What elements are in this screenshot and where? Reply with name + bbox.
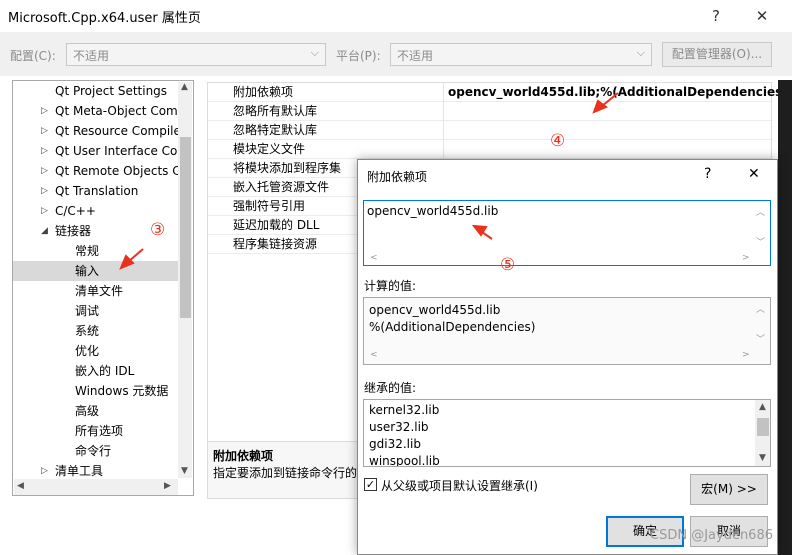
arrow-to-dependencies-value: [601, 92, 619, 107]
arrow-head: [119, 254, 135, 270]
arrow-head: [592, 99, 608, 114]
watermark: CSDN @Jayden686: [650, 528, 773, 543]
annotation-arrows: [119, 92, 619, 270]
arrow-to-dialog-input: [481, 231, 493, 240]
